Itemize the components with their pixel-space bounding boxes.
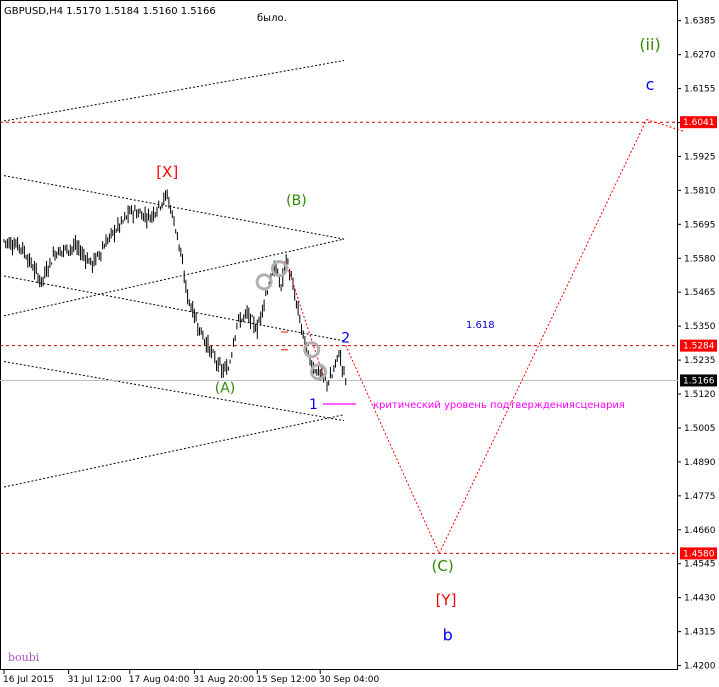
wave-label-7: c bbox=[646, 75, 655, 94]
y-tick-label-7: 1.5695 bbox=[684, 220, 716, 230]
wave-label-5: 1 bbox=[309, 397, 318, 413]
projection-segment-3 bbox=[646, 119, 685, 132]
chart-border bbox=[0, 0, 678, 670]
candlestick-series bbox=[3, 189, 347, 392]
y-tick-label-10: 1.5350 bbox=[684, 322, 716, 332]
top-note: было. bbox=[257, 13, 287, 24]
y-tick-label-12: 1.5120 bbox=[684, 390, 716, 400]
y-tick-label-6: 1.5810 bbox=[684, 186, 716, 196]
y-tick-label-14: 1.4890 bbox=[684, 458, 716, 468]
y-tick-label-18: 1.4430 bbox=[684, 594, 716, 604]
y-tick-label-8: 1.5580 bbox=[684, 254, 716, 264]
price-chart: [X] (B) (A) 2 1 (ii) c (C) [Y] b 1.6385 1.6270 1.61… bbox=[0, 0, 717, 685]
channel-line-1 bbox=[3, 60, 345, 122]
x-tick-label-3: 17 Aug 04:00 bbox=[129, 675, 190, 685]
channel-lines bbox=[3, 60, 345, 488]
x-tick-label-4: 31 Aug 20:00 bbox=[193, 675, 254, 685]
price-tag-label-1: 1.6041 bbox=[683, 118, 715, 128]
x-tick-label-6: 30 Sep 04:00 bbox=[319, 675, 379, 685]
y-tick-label-5: 1.5925 bbox=[684, 152, 716, 162]
y-tick-label-1: 1.6385 bbox=[684, 17, 716, 27]
wave-label-2: (B) bbox=[286, 193, 307, 209]
wave-label-4: 2 bbox=[341, 330, 350, 346]
y-tick-label-17: 1.4545 bbox=[684, 560, 716, 570]
fib-label: 1.618 bbox=[466, 320, 495, 331]
y-tick-label-3: 1.6155 bbox=[684, 85, 716, 95]
price-tag-label-3: 1.4580 bbox=[683, 549, 715, 559]
channel-line-6 bbox=[3, 414, 345, 488]
x-tick-label-1: 16 Jul 2015 bbox=[3, 675, 54, 685]
watermark: boubi bbox=[8, 651, 40, 664]
y-tick-label-9: 1.5465 bbox=[684, 288, 716, 298]
critical-level-text: критический уровень подтверждениясценари… bbox=[373, 400, 625, 411]
wave-label-8: (C) bbox=[432, 557, 454, 575]
y-tick-label-13: 1.5005 bbox=[684, 424, 716, 434]
y-tick-label-20: 1.4200 bbox=[684, 662, 716, 672]
price-tag-label-4: 1.5166 bbox=[683, 376, 715, 386]
price-tag-label-2: 1.5284 bbox=[683, 342, 715, 352]
x-tick-label-5: 15 Sep 12:00 bbox=[256, 675, 316, 685]
symbol-header: GBPUSD,H4 1.5170 1.5184 1.5160 1.5166 bbox=[4, 6, 216, 17]
y-tick-label-15: 1.4775 bbox=[684, 492, 716, 502]
y-tick-label-11: 1.5235 bbox=[684, 356, 716, 366]
wave-label-1: [X] bbox=[156, 163, 178, 181]
channel-line-5 bbox=[3, 361, 345, 422]
wave-label-9: [Y] bbox=[436, 591, 457, 609]
y-tick-label-2: 1.6270 bbox=[684, 51, 716, 61]
x-tick-label-2: 31 Jul 12:00 bbox=[68, 675, 122, 685]
projection-segment-2 bbox=[438, 119, 648, 554]
wave-label-3: (A) bbox=[215, 381, 236, 397]
horizontal-levels bbox=[0, 121, 678, 554]
wave-label-10: b bbox=[443, 625, 453, 644]
projection-segment-b bbox=[285, 262, 325, 377]
y-tick-label-19: 1.4315 bbox=[684, 628, 716, 638]
time-axis: 16 Jul 2015 31 Jul 12:00 17 Aug 04:00 31 Au… bbox=[3, 670, 380, 685]
y-tick-label-16: 1.4660 bbox=[684, 526, 716, 536]
wave-label-6: (ii) bbox=[639, 35, 660, 54]
projection-segment-1 bbox=[345, 345, 440, 554]
